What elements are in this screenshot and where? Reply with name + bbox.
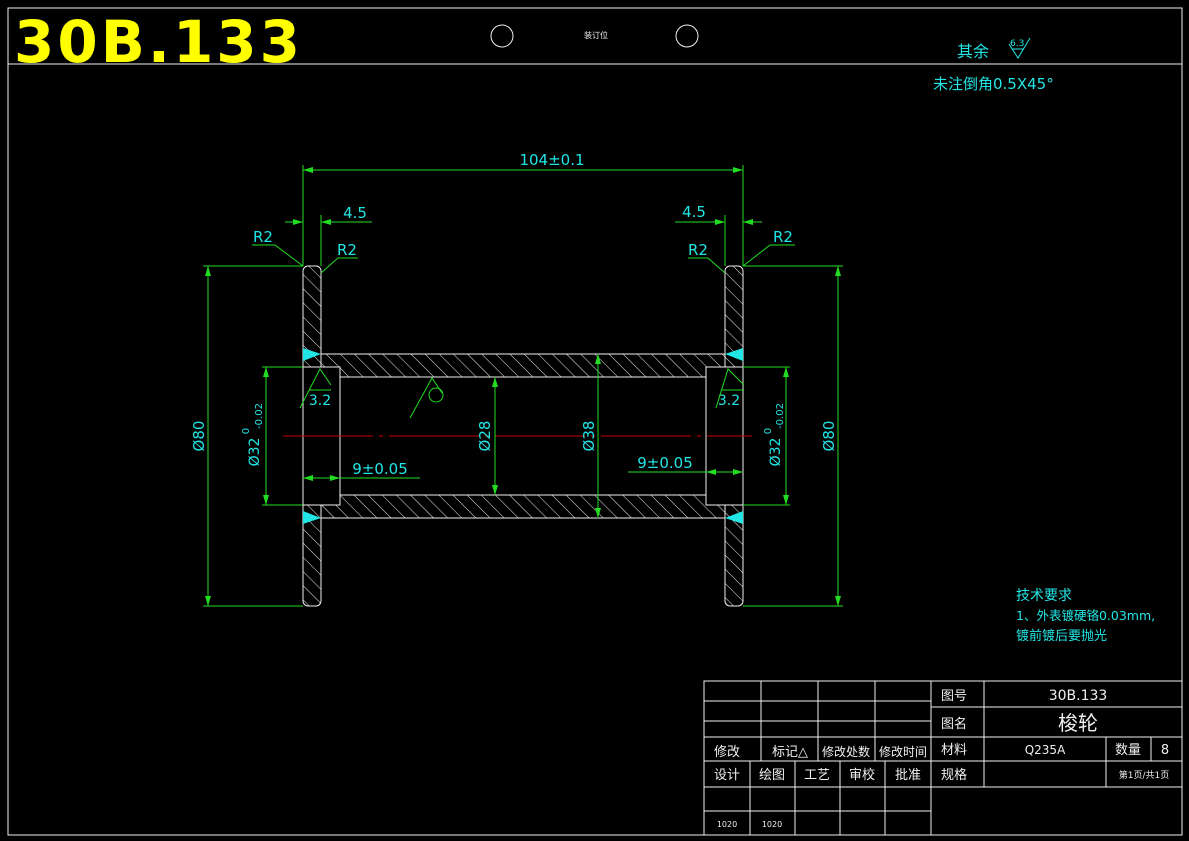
dia-tube-label: Ø38 <box>580 421 598 452</box>
binding-hole-left <box>490 24 514 48</box>
bore-depth-right-label: 9±0.05 <box>637 454 693 472</box>
tech-line-2: 镀前镀后要抛光 <box>1016 628 1107 644</box>
rev-header-4: 修改时间 <box>879 744 927 759</box>
radius-outer-left-label: R2 <box>253 228 273 246</box>
binding-label: 装订位 <box>584 30 608 40</box>
tech-title: 技术要求 <box>1016 588 1072 604</box>
tol-upper-right: 0 <box>763 428 774 434</box>
sign-header-2: 绘图 <box>759 768 785 783</box>
chamfer-note: 未注倒角0.5X45° <box>933 75 1054 93</box>
dimension-arrows <box>205 167 841 606</box>
flange-left-label: 4.5 <box>343 204 367 222</box>
dia-bore-right-label: Ø32 <box>768 438 784 467</box>
radius-inner-right-label: R2 <box>688 241 708 259</box>
dimension-lines <box>203 165 843 607</box>
qty-value: 8 <box>1161 743 1169 758</box>
tol-upper-left: 0 <box>241 428 252 434</box>
material-value: Q235A <box>1025 743 1066 757</box>
tol-lower-right: -0.02 <box>775 403 786 429</box>
binding-hole-right <box>675 24 699 48</box>
tol-lower-left: -0.02 <box>254 403 265 429</box>
page-value: 第1页/共1页 <box>1119 769 1170 781</box>
rev-header-1: 修改 <box>714 745 740 760</box>
flange-right-label: 4.5 <box>682 203 706 221</box>
radius-inner-left-label: R2 <box>337 241 357 259</box>
sign-header-3: 工艺 <box>804 768 830 783</box>
sign-header-1: 设计 <box>714 768 740 783</box>
sign-date-2: 1020 <box>762 820 782 829</box>
roughness-prefix: 其余 <box>957 42 989 61</box>
label-drawing-no: 图号 <box>941 689 967 704</box>
rev-header-2: 标记△ <box>772 745 808 760</box>
drawing-no-value: 30B.133 <box>1049 688 1108 704</box>
dia-bore-left-label: Ø32 <box>247 438 263 467</box>
label-name: 图名 <box>941 716 967 732</box>
title-block-texts: 图号 30B.133 图名 梭轮 材料 Q235A 数量 8 规格 第1页/共1… <box>714 688 1169 829</box>
part-name-value: 梭轮 <box>1058 711 1098 735</box>
drawing-number-title: 30B.133 <box>14 8 303 76</box>
sign-date-1: 1020 <box>717 820 737 829</box>
overall-length-label: 104±0.1 <box>519 151 584 169</box>
dia-inner-label: Ø28 <box>476 421 494 452</box>
roughness-left-label: 3.2 <box>309 393 331 409</box>
dia-outer-left-label: Ø80 <box>190 421 208 452</box>
roughness-value: 6.3 <box>1010 39 1024 49</box>
technical-requirements: 技术要求 1、外表镀硬铬0.03mm, 镀前镀后要抛光 <box>1016 588 1155 644</box>
engineering-drawing: 30B.133 装订位 其余 6.3 未注倒角0.5X45° 104±0.1 4… <box>7 7 1183 836</box>
roughness-right-label: 3.2 <box>718 393 740 409</box>
sign-header-4: 审校 <box>849 767 875 783</box>
radius-outer-right-label: R2 <box>773 228 793 246</box>
dia-outer-right-label: Ø80 <box>820 421 838 452</box>
label-spec: 规格 <box>941 767 967 783</box>
rev-header-3: 修改处数 <box>822 744 870 759</box>
label-material: 材料 <box>941 743 967 758</box>
sign-header-5: 批准 <box>895 768 921 783</box>
tech-line-1: 1、外表镀硬铬0.03mm, <box>1016 608 1155 623</box>
label-qty: 数量 <box>1115 743 1141 758</box>
bore-depth-left-label: 9±0.05 <box>352 460 408 478</box>
